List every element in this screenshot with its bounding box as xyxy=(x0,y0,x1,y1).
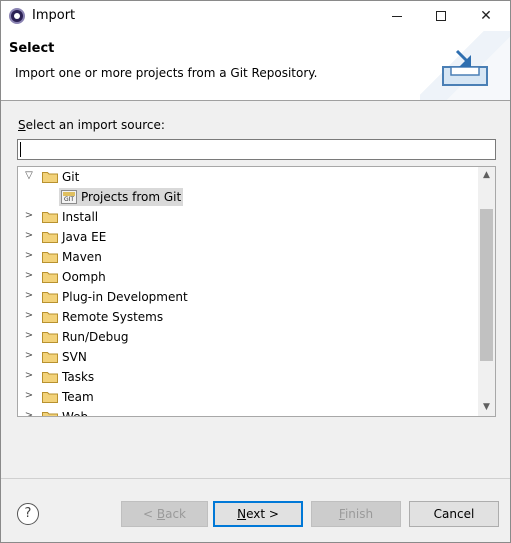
tree-item-tasks[interactable]: > Tasks xyxy=(18,367,478,387)
chevron-right-icon[interactable]: > xyxy=(23,310,35,322)
chevron-right-icon[interactable]: > xyxy=(23,370,35,382)
tree-item-svn[interactable]: > SVN xyxy=(18,347,478,367)
tree-item-label: Run/Debug xyxy=(62,330,129,344)
git-repository-icon: GIT xyxy=(61,190,77,204)
tree-item-web[interactable]: > Web xyxy=(18,407,478,417)
tree-item-label: Git xyxy=(62,170,80,184)
scrollbar-thumb[interactable] xyxy=(480,209,493,361)
tree-scrollbar[interactable]: ▲ ▼ xyxy=(478,167,495,416)
chevron-right-icon[interactable]: > xyxy=(23,350,35,362)
chevron-right-icon[interactable]: > xyxy=(23,330,35,342)
tree-item-projects-from-git[interactable]: GIT Projects from Git xyxy=(18,187,478,207)
chevron-right-icon[interactable]: > xyxy=(23,270,35,282)
folder-icon xyxy=(42,212,58,223)
tree-item-label: Plug-in Development xyxy=(62,290,188,304)
tree-item-label: Tasks xyxy=(62,370,95,384)
page-description: Import one or more projects from a Git R… xyxy=(15,66,318,80)
tree-item-install[interactable]: > Install xyxy=(18,207,478,227)
tree-item-team[interactable]: > Team xyxy=(18,387,478,407)
back-mnemonic: B xyxy=(156,507,166,521)
folder-icon xyxy=(42,412,58,416)
tree-item-label: SVN xyxy=(62,350,87,364)
tree-item-label: Install xyxy=(62,210,99,224)
tree-item-run-debug[interactable]: > Run/Debug xyxy=(18,327,478,347)
import-source-label: Select an import source: xyxy=(18,118,165,132)
tree-item-plug-in-development[interactable]: > Plug-in Development xyxy=(18,287,478,307)
folder-icon xyxy=(42,392,58,403)
folder-icon xyxy=(42,292,58,303)
folder-icon xyxy=(42,312,58,323)
folder-icon xyxy=(42,272,58,283)
close-button[interactable]: ✕ xyxy=(464,1,508,31)
tree-item-oomph[interactable]: > Oomph xyxy=(18,267,478,287)
wizard-banner: Select Import one or more projects from … xyxy=(1,31,510,101)
label-mnemonic: S xyxy=(18,118,26,132)
folder-icon xyxy=(42,332,58,343)
tree-item-label: Java EE xyxy=(62,230,107,244)
back-button[interactable]: < Back xyxy=(121,501,208,527)
back-prefix: < xyxy=(142,507,157,521)
maximize-button[interactable] xyxy=(419,1,463,31)
page-title: Select xyxy=(9,41,55,56)
import-source-tree[interactable]: ▽ Git GIT Projects from Git > Install > Jav… xyxy=(17,166,496,417)
chevron-right-icon[interactable]: > xyxy=(23,210,35,222)
tree-item-label: Team xyxy=(62,390,94,404)
tree-item-label: Maven xyxy=(62,250,102,264)
chevron-right-icon[interactable]: > xyxy=(23,290,35,302)
close-icon: ✕ xyxy=(480,8,492,24)
window-title: Import xyxy=(32,8,76,23)
title-bar: Import ✕ xyxy=(1,1,510,31)
chevron-right-icon[interactable]: > xyxy=(23,250,35,262)
text-caret xyxy=(20,142,21,157)
folder-icon xyxy=(42,172,58,183)
next-text: ext > xyxy=(246,507,279,521)
maximize-icon xyxy=(436,11,446,21)
next-button[interactable]: Next > xyxy=(213,501,303,527)
folder-icon xyxy=(42,252,58,263)
chevron-down-icon[interactable]: ▽ xyxy=(23,170,35,182)
scroll-up-arrow-icon[interactable]: ▲ xyxy=(478,167,495,184)
folder-icon xyxy=(42,352,58,363)
chevron-right-icon[interactable]: > xyxy=(23,230,35,242)
import-source-filter-input[interactable] xyxy=(17,139,496,160)
import-wizard-icon xyxy=(442,49,488,86)
next-mnemonic: N xyxy=(237,507,247,521)
tree-item-label: Oomph xyxy=(62,270,106,284)
tree-item-git[interactable]: ▽ Git xyxy=(18,167,478,187)
back-text: ack xyxy=(165,507,186,521)
folder-icon xyxy=(42,232,58,243)
tree-item-remote-systems[interactable]: > Remote Systems xyxy=(18,307,478,327)
help-icon[interactable]: ? xyxy=(17,503,39,525)
tree-item-label: Web xyxy=(62,410,89,417)
tree-item-label: Projects from Git xyxy=(81,190,182,204)
chevron-right-icon[interactable]: > xyxy=(23,390,35,402)
cancel-button[interactable]: Cancel xyxy=(409,501,499,527)
tree-item-maven[interactable]: > Maven xyxy=(18,247,478,267)
import-dialog: Import ✕ Select Import one or more proje… xyxy=(0,0,511,543)
eclipse-app-icon xyxy=(9,8,25,24)
tree-item-java-ee[interactable]: > Java EE xyxy=(18,227,478,247)
finish-text: inish xyxy=(344,507,374,521)
svg-text:GIT: GIT xyxy=(64,196,74,203)
minimize-icon xyxy=(392,16,402,17)
minimize-button[interactable] xyxy=(375,1,419,31)
finish-button[interactable]: Finish xyxy=(311,501,401,527)
label-text: elect an import source: xyxy=(25,118,165,132)
button-bar-separator xyxy=(1,478,510,479)
chevron-right-icon[interactable]: > xyxy=(23,410,35,416)
scroll-down-arrow-icon[interactable]: ▼ xyxy=(478,399,495,416)
tree-item-label: Remote Systems xyxy=(62,310,164,324)
folder-icon xyxy=(42,372,58,383)
